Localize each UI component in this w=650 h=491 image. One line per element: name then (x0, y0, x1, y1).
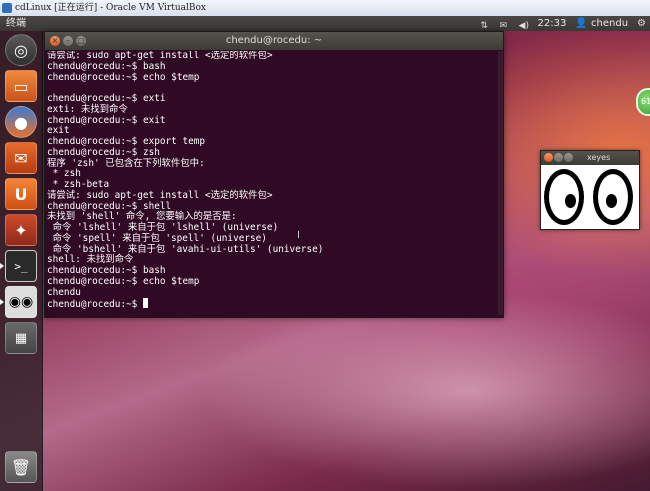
xeyes-window[interactable]: xeyes (540, 150, 640, 230)
terminal-window[interactable]: × – □ chendu@rocedu: ~ 请尝试: sudo apt-get… (44, 31, 504, 318)
terminal-line: 命令 'spell' 来自于包 'spell' (universe) (47, 232, 267, 244)
trash-launcher[interactable]: 🗑 (5, 451, 37, 483)
ubuntu-one-icon: U (14, 184, 28, 204)
terminal-line: 请尝试: sudo apt-get install <选定的软件包> (47, 189, 273, 201)
ubuntu-one-launcher[interactable]: U (5, 178, 37, 210)
user-menu[interactable]: 👤 chendu (575, 16, 628, 31)
maximize-button[interactable] (564, 153, 573, 162)
software-center-icon: ✉ (14, 148, 28, 168)
workspace-switcher-launcher[interactable]: ▦ (5, 322, 37, 354)
launcher: ◎ ▭ ● ✉ U ✦ >_ ◉◉ ▦ 🗑 (0, 31, 43, 491)
software-center-launcher[interactable]: ✉ (5, 142, 37, 174)
active-app-name[interactable]: 终端 (6, 16, 26, 31)
settings-icon: ✦ (14, 220, 28, 240)
terminal-line: 程序 'zsh' 已包含在下列软件包中: (47, 157, 205, 169)
left-eye (544, 169, 584, 225)
terminal-line: chendu@rocedu:~$ zsh (47, 146, 160, 158)
system-tray: ⇅ ✉ ◀) 22:33 👤 chendu ⚙ (481, 16, 646, 31)
workspace-switcher-icon: ▦ (14, 330, 28, 346)
trash-icon: 🗑 (10, 457, 32, 477)
firefox-icon: ● (14, 112, 28, 132)
pupil (565, 194, 576, 208)
terminal-line: exti: 未找到命令 (47, 103, 128, 115)
host-window-titlebar: cdLinux [正在运行] - Oracle VM VirtualBox (0, 0, 650, 17)
gear-icon[interactable]: ⚙ (637, 16, 646, 31)
top-panel: 终端 ⇅ ✉ ◀) 22:33 👤 chendu ⚙ (0, 16, 650, 31)
pupil (606, 194, 617, 208)
terminal-icon: >_ (14, 259, 28, 273)
settings-launcher[interactable]: ✦ (5, 214, 37, 246)
terminal-scrollbar[interactable] (498, 51, 503, 315)
user-name: chendu (591, 18, 629, 29)
terminal-line: chendu@rocedu:~$ exit (47, 114, 166, 126)
terminal-line: chendu (47, 286, 81, 298)
terminal-titlebar[interactable]: × – □ chendu@rocedu: ~ (45, 32, 503, 50)
terminal-line: chendu@rocedu:~$ bash (47, 60, 166, 72)
terminal-cursor (142, 298, 148, 309)
terminal-title: chendu@rocedu: ~ (225, 35, 323, 46)
clock[interactable]: 22:33 (538, 16, 567, 31)
volume-icon[interactable]: ◀) (519, 19, 529, 31)
xeyes-title: xeyes (587, 153, 611, 162)
files-icon: ▭ (13, 76, 29, 96)
terminal-launcher[interactable]: >_ (5, 250, 37, 282)
right-eye (593, 169, 633, 225)
notification-badge[interactable]: 61 (636, 88, 650, 116)
files-launcher[interactable]: ▭ (5, 70, 37, 102)
running-indicator (0, 263, 4, 269)
running-indicator (0, 299, 4, 305)
xeyes-titlebar[interactable]: xeyes (541, 151, 639, 165)
dash-icon: ◎ (14, 40, 28, 60)
terminal-line: chendu@rocedu:~$ echo $temp (47, 275, 200, 287)
firefox-launcher[interactable]: ● (5, 106, 37, 138)
virtualbox-icon (2, 3, 12, 13)
close-button[interactable] (544, 153, 553, 162)
mail-icon[interactable]: ✉ (500, 19, 510, 31)
terminal-prompt-line: chendu@rocedu:~$ (47, 298, 499, 311)
xeyes-launcher[interactable]: ◉◉ (5, 286, 37, 318)
text-cursor-icon: I (297, 230, 300, 241)
dash-button[interactable]: ◎ (5, 34, 37, 66)
xeyes-icon: ◉◉ (8, 294, 34, 310)
host-window-title: cdLinux [正在运行] - Oracle VM VirtualBox (15, 3, 206, 13)
terminal-prompt: chendu@rocedu:~$ (47, 299, 143, 311)
terminal-line: chendu@rocedu:~$ echo $temp (47, 71, 200, 83)
network-icon[interactable]: ⇅ (481, 19, 491, 31)
user-icon: 👤 (575, 18, 588, 29)
terminal-line: * zsh (47, 168, 81, 180)
terminal-output[interactable]: 请尝试: sudo apt-get install <选定的软件包> chendu… (47, 51, 499, 315)
minimize-button[interactable] (554, 153, 563, 162)
